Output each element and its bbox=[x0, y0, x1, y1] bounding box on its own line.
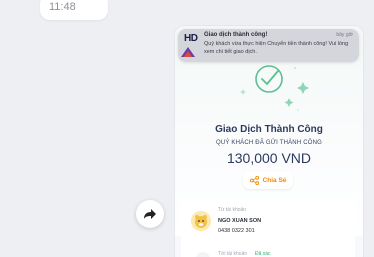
push-notification[interactable]: HD Giao dịch thành công! bây giờ Quý khá… bbox=[178, 29, 359, 62]
from-account-label: Từ tài khoản bbox=[218, 207, 247, 213]
notification-title: Giao dịch thành công! bbox=[204, 32, 268, 38]
success-check-icon bbox=[240, 65, 309, 111]
forward-icon bbox=[144, 209, 156, 219]
share-button[interactable]: Chia Sẻ bbox=[243, 172, 293, 189]
notification-body: Quý khách vừa thực hiện Chuyển tiền thàn… bbox=[204, 41, 349, 55]
to-account-label: Tới tài khoản bbox=[218, 251, 248, 257]
success-title: Giao Dịch Thành Công bbox=[215, 124, 323, 135]
recipient-status: Đã xác bbox=[255, 251, 271, 257]
success-subtitle: QUÝ KHÁCH ĐÃ GỬI THÀNH CÔNG bbox=[215, 140, 323, 146]
sender-account-number: 0438 0322 301 bbox=[218, 228, 255, 234]
sender-avatar bbox=[191, 211, 211, 231]
transfer-amount: 130,000 VND bbox=[226, 150, 312, 166]
share-icon bbox=[249, 176, 259, 185]
notification-time: bây giờ bbox=[336, 32, 353, 38]
share-label: Chia Sẻ bbox=[262, 177, 287, 184]
tiger-avatar-icon bbox=[191, 211, 211, 231]
message-timestamp: 11:48 bbox=[49, 1, 76, 13]
app-logo-icon bbox=[181, 47, 195, 57]
forward-button[interactable] bbox=[136, 200, 164, 228]
sender-name: NGO XUAN SON bbox=[218, 218, 262, 224]
